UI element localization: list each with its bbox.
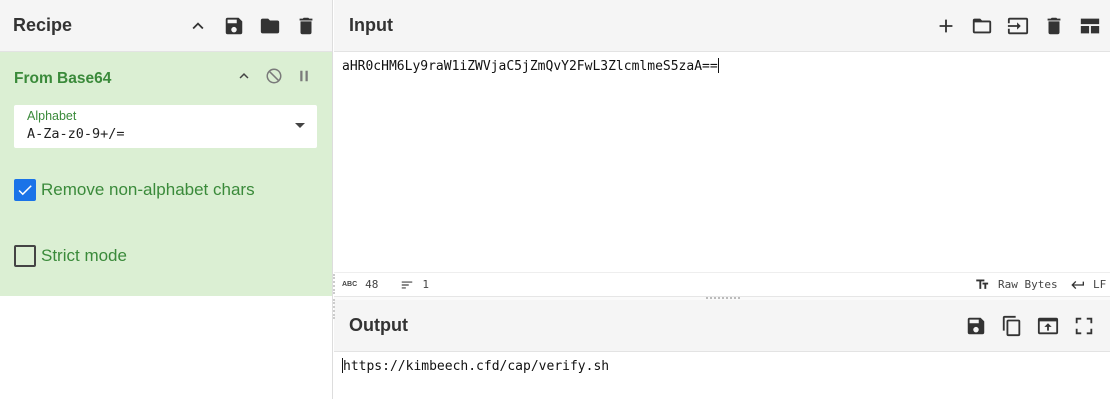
eol-selector[interactable]: LF xyxy=(1070,277,1106,293)
recipe-toolbar xyxy=(184,12,320,40)
alphabet-value: A-Za-z0-9+/= xyxy=(27,126,125,142)
save-icon[interactable] xyxy=(962,312,990,340)
output-toolbar xyxy=(962,312,1098,340)
input-pane: Input aHR0cHM6Ly9raW1iZWVjaC5jZmQvY2FwL3… xyxy=(334,0,1110,297)
input-length: 48 xyxy=(365,278,379,291)
output-pane: Output https://kimbeech.cfd/cap/verify.s… xyxy=(334,300,1110,399)
input-text: aHR0cHM6Ly9raW1iZWVjaC5jZmQvY2FwL3Zlcmlm… xyxy=(342,59,718,74)
layout-icon[interactable] xyxy=(1076,12,1104,40)
pause-icon[interactable] xyxy=(294,66,314,86)
text-cursor xyxy=(717,58,719,73)
input-textarea[interactable]: aHR0cHM6Ly9raW1iZWVjaC5jZmQvY2FwL3Zlcmlm… xyxy=(342,58,719,74)
lines-icon xyxy=(402,281,413,288)
input-encoding: Raw Bytes xyxy=(998,278,1058,291)
save-icon[interactable] xyxy=(220,12,248,40)
divider-grip[interactable] xyxy=(706,297,740,299)
checkbox-unchecked-icon[interactable] xyxy=(14,245,36,267)
strict-mode-checkbox[interactable]: Strict mode xyxy=(14,245,127,267)
chevron-up-icon[interactable] xyxy=(234,66,254,86)
checkbox-checked-icon[interactable] xyxy=(14,179,36,201)
operation-controls xyxy=(234,66,314,86)
encoding-selector[interactable]: Raw Bytes xyxy=(975,277,1058,292)
resize-handle[interactable] xyxy=(333,299,335,319)
operation-from-base64[interactable]: From Base64 Alphabet A-Za-z0-9+/= Remove… xyxy=(0,52,332,296)
output-textarea[interactable]: https://kimbeech.cfd/cap/verify.sh xyxy=(342,358,609,374)
chevron-up-icon[interactable] xyxy=(184,12,212,40)
recipe-pane: Recipe From Base64 Alphabet A-Za-z0-9+/=… xyxy=(0,0,333,399)
input-eol: LF xyxy=(1093,278,1107,291)
return-icon xyxy=(1071,280,1084,289)
plus-icon[interactable] xyxy=(932,12,960,40)
input-toolbar xyxy=(932,12,1104,40)
length-stat: ABC 48 xyxy=(342,278,378,291)
copy-icon[interactable] xyxy=(998,312,1026,340)
fullscreen-icon[interactable] xyxy=(1070,312,1098,340)
abc-icon: ABC xyxy=(342,281,358,288)
folder-icon[interactable] xyxy=(968,12,996,40)
alphabet-select[interactable]: Alphabet A-Za-z0-9+/= xyxy=(14,105,317,148)
recipe-title: Recipe xyxy=(13,15,73,35)
import-icon[interactable] xyxy=(1004,12,1032,40)
folder-icon[interactable] xyxy=(256,12,284,40)
input-lines: 1 xyxy=(422,278,430,291)
input-title: Input xyxy=(349,15,393,35)
trash-icon[interactable] xyxy=(292,12,320,40)
text-format-icon xyxy=(976,279,989,289)
output-title: Output xyxy=(349,315,408,335)
output-text: https://kimbeech.cfd/cap/verify.sh xyxy=(343,359,610,374)
alphabet-label: Alphabet xyxy=(27,109,77,123)
remove-non-alphabet-label: Remove non-alphabet chars xyxy=(41,180,255,199)
lines-stat: 1 xyxy=(400,278,429,292)
replace-input-icon[interactable] xyxy=(1034,312,1062,340)
remove-non-alphabet-checkbox[interactable]: Remove non-alphabet chars xyxy=(14,179,255,201)
caret-down-icon xyxy=(295,123,305,128)
trash-icon[interactable] xyxy=(1040,12,1068,40)
input-status-bar: ABC 48 1 Raw Bytes LF xyxy=(334,272,1110,296)
resize-handle[interactable] xyxy=(333,274,335,294)
operation-title: From Base64 xyxy=(14,70,112,87)
strict-mode-label: Strict mode xyxy=(41,246,127,265)
disable-icon[interactable] xyxy=(264,66,284,86)
cyberchef-app: Recipe From Base64 Alphabet A-Za-z0-9+/=… xyxy=(0,0,1110,399)
